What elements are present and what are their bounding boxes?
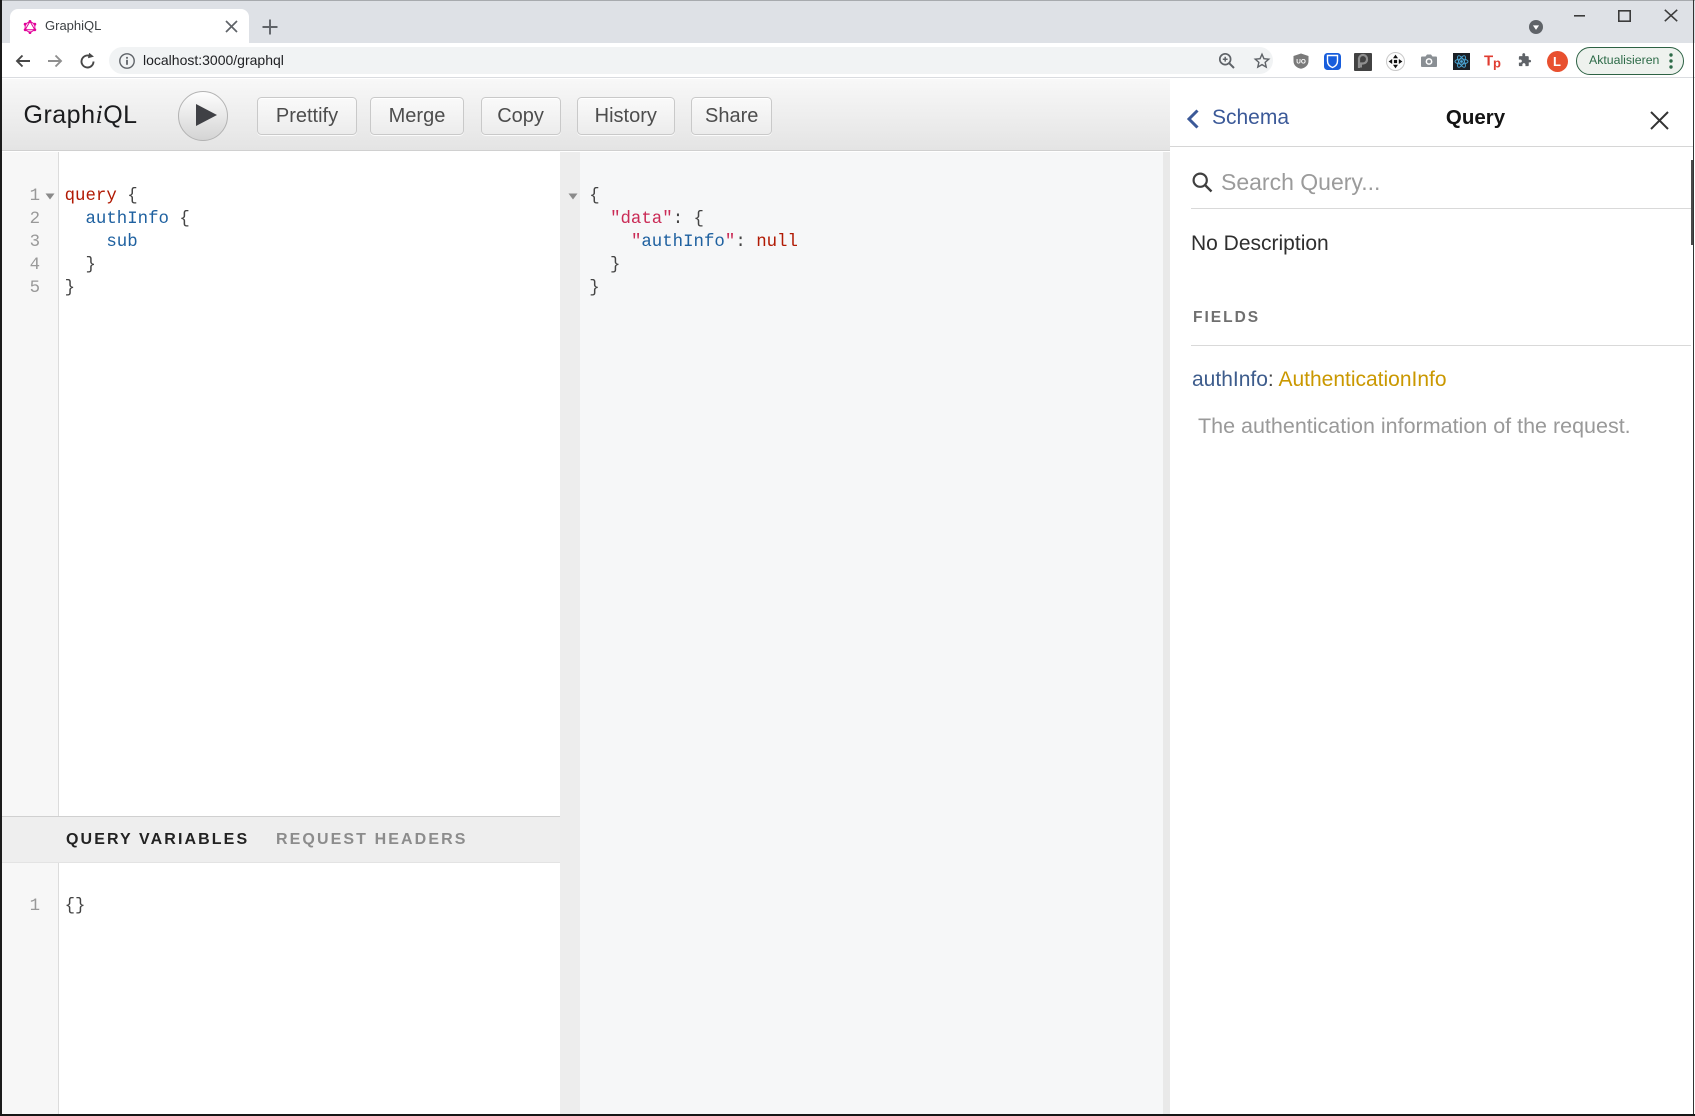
svg-text:T: T xyxy=(1484,53,1493,70)
svg-text:UO: UO xyxy=(1296,59,1306,66)
svg-text:p: p xyxy=(1493,56,1501,71)
